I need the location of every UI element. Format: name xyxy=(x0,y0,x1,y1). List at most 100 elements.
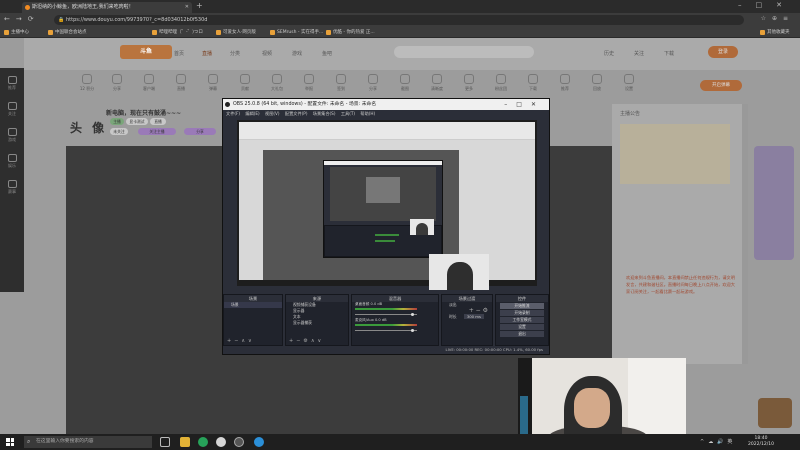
system-tray[interactable]: ^☁🔊英 xyxy=(700,438,736,445)
toolbar-item[interactable]: 客户端 xyxy=(140,74,158,92)
url-field[interactable]: 🔒 https://www.douyu.com/9973970?_c=8d034… xyxy=(54,15,744,25)
volume-slider[interactable] xyxy=(355,329,417,332)
source-tools[interactable]: +−⚙∧∨ xyxy=(289,338,324,344)
obs-titlebar[interactable]: OBS 25.0.8 (64 bit, windows) - 配置文件: 未命名… xyxy=(223,99,549,110)
sidebar-item-recommend[interactable]: 推荐 xyxy=(5,76,19,91)
login-button[interactable]: 登录 xyxy=(708,46,738,58)
slider-handle[interactable] xyxy=(411,313,414,316)
menu-help[interactable]: 帮助(H) xyxy=(360,111,375,116)
mixer-dock: 混音器 桌面音频 0.0 dB 麦克风/Aux 0.0 dB xyxy=(351,294,439,346)
nav-buttons[interactable]: ←→⟳ xyxy=(4,15,40,23)
follow-button[interactable]: 关注主播 xyxy=(138,128,176,135)
toolbar-icons[interactable]: ☆⊕≡ xyxy=(761,15,794,22)
studio-mode-button[interactable]: 工作室模式 xyxy=(500,317,544,323)
nav-download[interactable]: 下载 xyxy=(664,50,674,57)
points-item[interactable]: 12 积分 xyxy=(78,74,96,92)
task-view-icon[interactable] xyxy=(160,437,170,447)
menu-view[interactable]: 视图(V) xyxy=(265,111,280,116)
toolbar-item[interactable]: 分享 xyxy=(364,74,382,92)
panel-scrollbar[interactable] xyxy=(742,104,748,364)
menu-profile[interactable]: 配置文件(P) xyxy=(285,111,308,116)
nested-meter xyxy=(375,240,395,242)
toolbar-item[interactable]: 直播 xyxy=(172,74,190,92)
nav-home[interactable]: 首页 xyxy=(174,50,184,57)
bookmark-icon xyxy=(4,30,9,35)
new-tab-icon[interactable]: + xyxy=(196,1,203,10)
bookmark-item[interactable]: 中国联合会站点 xyxy=(48,28,87,37)
promo-banner[interactable] xyxy=(754,146,794,260)
settings-icon xyxy=(624,74,634,84)
obs-preview[interactable] xyxy=(237,120,537,290)
nav-live[interactable]: 直播 xyxy=(202,50,212,57)
toolbar-item[interactable]: 签到 xyxy=(332,74,350,92)
toolbar-item[interactable]: 大礼包 xyxy=(268,74,286,92)
toolbar-item[interactable]: 设置 xyxy=(620,74,638,92)
nav-yuba[interactable]: 鱼吧 xyxy=(322,50,332,57)
taskbar-search-placeholder: 在这里输入你要搜索的内容 xyxy=(36,439,94,444)
edge-icon[interactable] xyxy=(254,437,264,447)
toolbar-item[interactable]: 截图 xyxy=(396,74,414,92)
sidebar-item-events[interactable]: 赛事 xyxy=(5,180,19,195)
toolbar-item[interactable]: 举报 xyxy=(300,74,318,92)
bookmark-item[interactable]: 优酷 - 你的热爱 正... xyxy=(326,28,375,37)
app-icon[interactable] xyxy=(216,437,226,447)
scene-item[interactable]: 场景 xyxy=(224,302,282,308)
bookmark-icon xyxy=(48,30,53,35)
nav-follow[interactable]: 关注 xyxy=(634,50,644,57)
toolbar-item[interactable]: 下载 xyxy=(524,74,542,92)
exit-button[interactable]: 退出 xyxy=(500,331,544,337)
browser-tab[interactable]: 斯坦纳的小鲸鱼，欧洲陆地王,我们来吃肉啦！ ✕ xyxy=(22,2,192,13)
volume-slider[interactable] xyxy=(355,313,417,316)
promo-badge[interactable] xyxy=(758,398,792,428)
share-icon xyxy=(368,74,378,84)
slider-handle[interactable] xyxy=(411,329,414,332)
toolbar-item[interactable]: 清晰度 xyxy=(428,74,446,92)
menu-scene-collection[interactable]: 场景集合(S) xyxy=(313,111,336,116)
nav-history[interactable]: 历史 xyxy=(604,50,614,57)
bookmark-item[interactable]: SEMrush - 实在得手... xyxy=(270,28,323,37)
nav-category[interactable]: 分类 xyxy=(230,50,240,57)
toolbar-item[interactable]: 推荐 xyxy=(556,74,574,92)
file-explorer-icon[interactable] xyxy=(180,437,190,447)
sidebar-item-entertainment[interactable]: 娱乐 xyxy=(5,154,19,169)
panel-banner[interactable] xyxy=(620,124,730,184)
site-search[interactable] xyxy=(394,46,534,58)
menu-tools[interactable]: 工具(T) xyxy=(341,111,355,116)
menu-file[interactable]: 文件(F) xyxy=(226,111,240,116)
taskbar-clock[interactable]: 18:40 2022/12/10 xyxy=(748,436,774,448)
obs-window-controls[interactable]: –□✕ xyxy=(504,99,545,110)
wechat-icon[interactable] xyxy=(198,437,208,447)
toolbar-item[interactable]: 弹幕 xyxy=(204,74,222,92)
bookmark-other[interactable]: 其他收藏夹 xyxy=(760,28,790,37)
scene-tools[interactable]: +−∧∨ xyxy=(227,338,255,344)
close-tab-icon[interactable]: ✕ xyxy=(185,2,189,13)
sidebar-item-game[interactable]: 游戏 xyxy=(5,128,19,143)
toolbar-item[interactable]: 贡献 xyxy=(236,74,254,92)
start-streaming-button[interactable]: 开始推流 xyxy=(500,303,544,309)
bookmark-item[interactable]: 可爱女人·网页版 xyxy=(216,28,256,37)
window-controls[interactable]: –□✕ xyxy=(738,1,796,9)
mixer-channel: 桌面音频 0.0 dB xyxy=(352,302,438,318)
toolbar-item[interactable]: 回放 xyxy=(588,74,606,92)
windows-start-icon[interactable] xyxy=(6,438,14,446)
nav-video[interactable]: 视频 xyxy=(262,50,272,57)
source-item[interactable]: 显示器捕获 xyxy=(286,320,348,326)
toolbar-item[interactable]: 更多 xyxy=(460,74,478,92)
address-toolbar: ←→⟳ 🔒 https://www.douyu.com/9973970?_c=8… xyxy=(0,13,800,27)
duration-input[interactable]: 300 ms xyxy=(463,314,484,319)
toolbar-item[interactable]: 粉丝团 xyxy=(492,74,510,92)
share-button[interactable]: 分享 xyxy=(184,128,216,135)
sidebar-item-follow[interactable]: 关注 xyxy=(5,102,19,117)
toolbar-item[interactable]: 分享 xyxy=(108,74,126,92)
menu-edit[interactable]: 编辑(E) xyxy=(245,111,259,116)
nav-game[interactable]: 游戏 xyxy=(292,50,302,57)
bookmark-item[interactable]: 主播中心 xyxy=(4,28,29,37)
settings-button[interactable]: 设置 xyxy=(500,324,544,330)
nested-webcam xyxy=(410,219,434,235)
site-logo[interactable]: 斗鱼 xyxy=(120,45,172,59)
danmaku-toggle-button[interactable]: 开启弹幕 xyxy=(700,80,742,91)
bookmark-item[interactable]: 哔哩哔哩（゜-゜)つロ xyxy=(152,28,203,37)
taskbar-search[interactable]: ⌕ 在这里输入你要搜索的内容 xyxy=(24,436,152,448)
start-recording-button[interactable]: 开始录制 xyxy=(500,310,544,316)
obs-taskbar-icon[interactable] xyxy=(234,437,244,447)
